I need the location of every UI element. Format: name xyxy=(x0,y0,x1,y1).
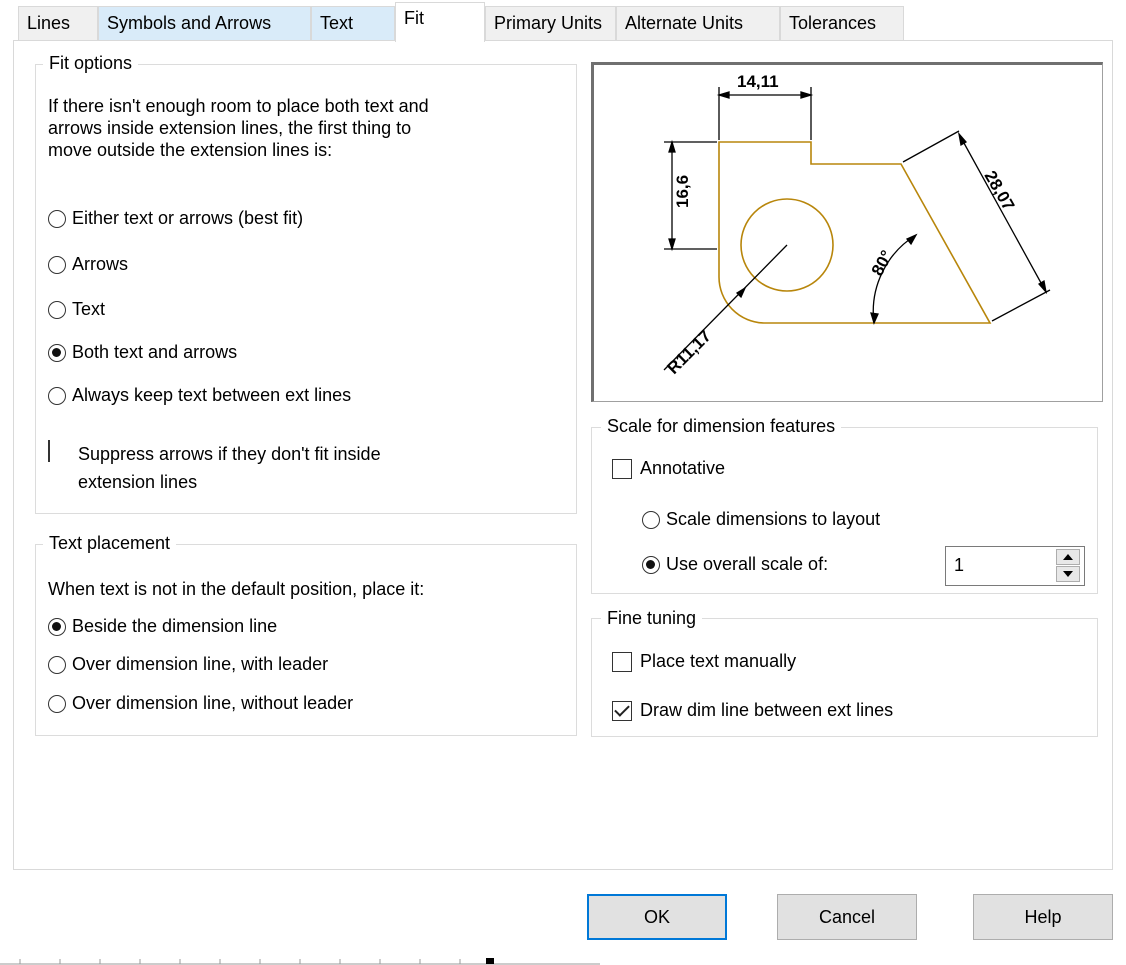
arrow-up-icon xyxy=(1063,554,1073,560)
suppress-arrows-label: Suppress arrows if they don't fit inside… xyxy=(78,440,381,496)
fit-radio-always-keep-label: Always keep text between ext lines xyxy=(72,385,352,405)
scale-to-layout-radio[interactable]: Scale dimensions to layout xyxy=(642,509,880,530)
help-button[interactable]: Help xyxy=(973,894,1113,940)
fit-description-line-1: If there isn't enough room to place both… xyxy=(48,96,429,116)
fit-description-line-2: arrows inside extension lines, the first… xyxy=(48,118,412,138)
fit-radio-both-label: Both text and arrows xyxy=(72,342,238,362)
placement-radio-with-leader[interactable]: Over dimension line, with leader xyxy=(48,654,328,675)
dim-label-radius: R11,17 xyxy=(663,326,715,378)
tab-primary-units[interactable]: Primary Units xyxy=(485,6,616,40)
fit-radio-text[interactable]: Text xyxy=(48,299,105,320)
spinner-buttons xyxy=(1056,549,1082,583)
dim-label-top: 14,11 xyxy=(737,72,779,91)
tab-text[interactable]: Text xyxy=(311,6,395,40)
fit-description-line-3: move outside the extension lines is: xyxy=(48,140,333,160)
placement-radio-without-leader[interactable]: Over dimension line, without leader xyxy=(48,693,353,714)
checkbox[interactable] xyxy=(612,651,632,672)
checkbox[interactable] xyxy=(48,440,50,462)
dim-label-right: 28,07 xyxy=(981,168,1019,214)
radio-button[interactable] xyxy=(642,555,660,574)
placement-radio-beside-label: Beside the dimension line xyxy=(72,616,278,636)
placement-radio-without-leader-label: Over dimension line, without leader xyxy=(72,693,354,713)
radio-button[interactable] xyxy=(48,655,66,674)
radio-button[interactable] xyxy=(48,694,66,713)
text-placement-description: When text is not in the default position… xyxy=(48,579,425,599)
checkbox[interactable] xyxy=(612,700,632,721)
radio-button[interactable] xyxy=(48,386,66,405)
overall-scale-value[interactable]: 1 xyxy=(954,555,964,576)
tab-tolerances[interactable]: Tolerances xyxy=(780,6,904,40)
dimension-labels: 14,11 16,6 28,07 80° R11,17 xyxy=(663,72,1018,378)
scale-to-layout-label: Scale dimensions to layout xyxy=(666,509,881,529)
radio-button[interactable] xyxy=(48,209,66,228)
radio-button[interactable] xyxy=(48,300,66,319)
fit-options-title: Fit options xyxy=(43,53,139,74)
fit-radio-text-label: Text xyxy=(72,299,106,319)
fit-radio-best-fit-label: Either text or arrows (best fit) xyxy=(72,208,304,228)
suppress-line-1: Suppress arrows if they don't fit inside xyxy=(78,444,381,464)
fit-radio-arrows-label: Arrows xyxy=(72,254,129,274)
suppress-line-2: extension lines xyxy=(78,472,198,492)
radio-button[interactable] xyxy=(48,255,66,274)
overall-scale-label: Use overall scale of: xyxy=(666,554,829,574)
overall-scale-input[interactable]: 1 xyxy=(945,546,1085,586)
fit-radio-arrows[interactable]: Arrows xyxy=(48,254,128,275)
preview-drawing: 14,11 16,6 28,07 80° R11,17 xyxy=(663,72,1051,378)
ok-button[interactable]: OK xyxy=(587,894,727,940)
spin-down-button[interactable] xyxy=(1056,566,1080,582)
placement-radio-beside[interactable]: Beside the dimension line xyxy=(48,616,277,637)
tab-lines[interactable]: Lines xyxy=(18,6,98,40)
fine-tuning-title: Fine tuning xyxy=(601,608,703,629)
place-text-manually-checkbox[interactable]: Place text manually xyxy=(612,651,796,672)
draw-dim-line-label: Draw dim line between ext lines xyxy=(640,700,894,720)
fit-radio-both[interactable]: Both text and arrows xyxy=(48,342,237,363)
annotative-checkbox[interactable]: Annotative xyxy=(612,458,725,479)
text-placement-title: Text placement xyxy=(43,533,177,554)
dim-label-angle: 80° xyxy=(868,247,897,279)
tab-strip-border xyxy=(13,40,1113,41)
checkbox[interactable] xyxy=(612,458,632,479)
dimension-preview: 14,11 16,6 28,07 80° R11,17 xyxy=(591,62,1103,402)
tab-alternate-units[interactable]: Alternate Units xyxy=(616,6,780,40)
dim-label-left: 16,6 xyxy=(673,175,692,208)
radio-button[interactable] xyxy=(642,510,660,529)
arrow-down-icon xyxy=(1063,571,1073,577)
tab-fit[interactable]: Fit xyxy=(395,2,485,42)
tab-symbols-and-arrows[interactable]: Symbols and Arrows xyxy=(98,6,311,40)
placement-radio-with-leader-label: Over dimension line, with leader xyxy=(72,654,329,674)
ruler-strip xyxy=(0,958,600,965)
cancel-button[interactable]: Cancel xyxy=(777,894,917,940)
radio-button[interactable] xyxy=(48,617,66,636)
scale-title: Scale for dimension features xyxy=(601,416,842,437)
fit-options-description: If there isn't enough room to place both… xyxy=(48,95,429,161)
radio-button[interactable] xyxy=(48,343,66,362)
overall-scale-radio[interactable]: Use overall scale of: xyxy=(642,554,828,575)
place-text-manually-label: Place text manually xyxy=(640,651,797,671)
annotative-label: Annotative xyxy=(640,458,726,478)
part-outline xyxy=(718,141,992,324)
fit-radio-best-fit[interactable]: Either text or arrows (best fit) xyxy=(48,208,303,229)
dimension-lines xyxy=(663,87,1051,371)
draw-dim-line-checkbox[interactable]: Draw dim line between ext lines xyxy=(612,700,893,721)
fit-radio-always-keep[interactable]: Always keep text between ext lines xyxy=(48,385,351,406)
suppress-arrows-checkbox[interactable]: Suppress arrows if they don't fit inside… xyxy=(48,440,381,492)
spin-up-button[interactable] xyxy=(1056,549,1080,565)
